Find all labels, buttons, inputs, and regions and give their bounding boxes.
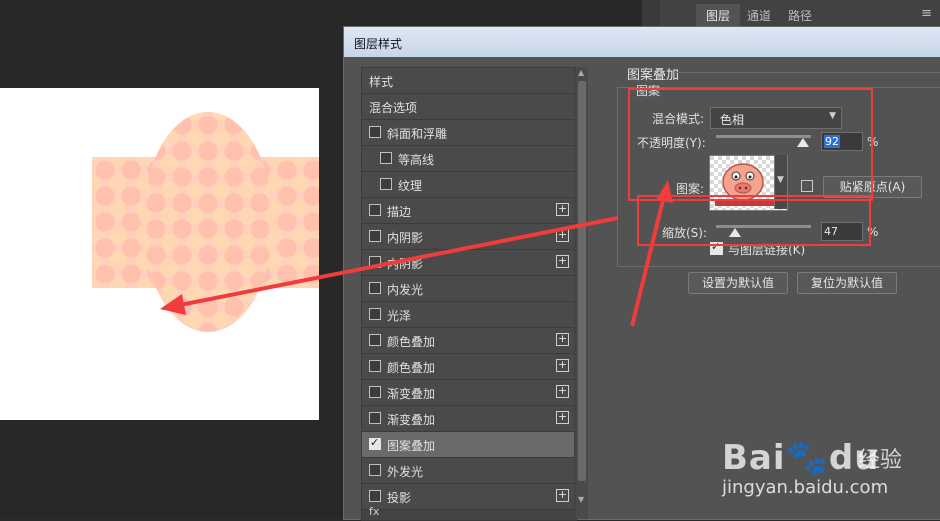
baidu-logo: Bai🐾du (722, 438, 880, 478)
arrow-head-icon (656, 180, 673, 203)
annotation-arrow-to-scale (630, 195, 666, 327)
arrow-head-icon (160, 294, 186, 315)
watermark-url: jingyan.baidu.com (722, 477, 889, 498)
watermark-text: 经验 (858, 448, 903, 473)
annotation-arrow-to-canvas (174, 216, 619, 308)
